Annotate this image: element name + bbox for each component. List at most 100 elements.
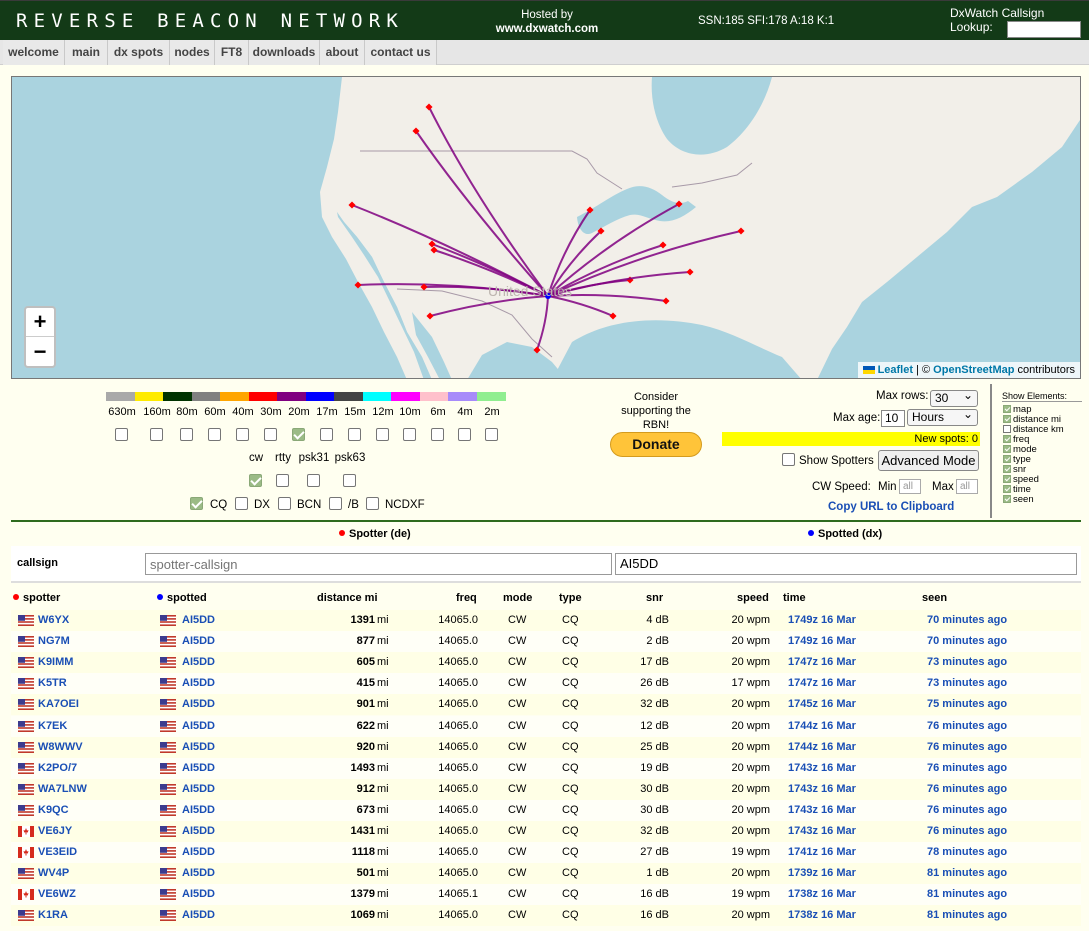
nav-tab-welcome[interactable]: welcome [3, 40, 65, 65]
spotter-callsign-link[interactable]: VE3EID [38, 846, 77, 858]
band-checkbox-15m[interactable] [348, 428, 361, 441]
band-checkbox-2m[interactable] [485, 428, 498, 441]
col-speed[interactable]: speed [737, 592, 769, 604]
type-checkbox-ncdxf[interactable] [366, 497, 379, 510]
show-element-checkbox[interactable] [1003, 475, 1011, 483]
col-seen[interactable]: seen [922, 592, 947, 604]
show-element-checkbox[interactable] [1003, 415, 1011, 423]
spotter-callsign-link[interactable]: K5TR [38, 677, 67, 689]
spotted-callsign-link[interactable]: AI5DD [182, 888, 215, 900]
spotter-callsign-link[interactable]: K7EK [38, 720, 67, 732]
show-element-checkbox[interactable] [1003, 405, 1011, 413]
type-checkbox-dx[interactable] [235, 497, 248, 510]
callsign-lookup-input[interactable] [1007, 21, 1081, 38]
time-link[interactable]: 1744z 16 Mar [788, 741, 856, 753]
spotted-callsign-link[interactable]: AI5DD [182, 656, 215, 668]
spotted-callsign-input[interactable]: AI5DD [615, 553, 1077, 575]
spotted-callsign-link[interactable]: AI5DD [182, 762, 215, 774]
spotter-callsign-link[interactable]: K9IMM [38, 656, 73, 668]
spotter-callsign-link[interactable]: W8WWV [38, 741, 83, 753]
time-link[interactable]: 1738z 16 Mar [788, 909, 856, 921]
spotter-callsign-link[interactable]: KA7OEI [38, 698, 79, 710]
zoom-out-button[interactable]: − [26, 338, 54, 367]
spotter-callsign-link[interactable]: K1RA [38, 909, 68, 921]
type-checkbox-cq[interactable] [190, 497, 203, 510]
col-snr[interactable]: snr [646, 592, 663, 604]
band-checkbox-12m[interactable] [376, 428, 389, 441]
mode-checkbox-cw[interactable] [249, 474, 262, 487]
spotted-callsign-link[interactable]: AI5DD [182, 804, 215, 816]
map-canvas[interactable]: United States [12, 77, 1081, 379]
spotted-callsign-link[interactable]: AI5DD [182, 909, 215, 921]
nav-tab-dx-spots[interactable]: dx spots [108, 40, 170, 65]
nav-tab-downloads[interactable]: downloads [249, 40, 320, 65]
show-element-checkbox[interactable] [1003, 425, 1011, 433]
donate-button[interactable]: Donate [610, 432, 702, 457]
time-link[interactable]: 1743z 16 Mar [788, 804, 856, 816]
col-spotted[interactable]: spotted [157, 592, 207, 604]
spotter-callsign-input[interactable] [145, 553, 612, 575]
max-rows-select[interactable]: 30 [930, 388, 978, 407]
type-checkbox-bcn[interactable] [278, 497, 291, 510]
spotter-callsign-link[interactable]: K9QC [38, 804, 69, 816]
time-link[interactable]: 1743z 16 Mar [788, 825, 856, 837]
band-checkbox-160m[interactable] [150, 428, 163, 441]
band-checkbox-10m[interactable] [403, 428, 416, 441]
spotted-callsign-link[interactable]: AI5DD [182, 846, 215, 858]
band-checkbox-4m[interactable] [458, 428, 471, 441]
band-checkbox-6m[interactable] [431, 428, 444, 441]
time-link[interactable]: 1743z 16 Mar [788, 783, 856, 795]
nav-tab-nodes[interactable]: nodes [170, 40, 215, 65]
time-link[interactable]: 1749z 16 Mar [788, 635, 856, 647]
band-checkbox-20m[interactable] [292, 428, 305, 441]
band-checkbox-30m[interactable] [264, 428, 277, 441]
show-element-checkbox[interactable] [1003, 465, 1011, 473]
band-checkbox-40m[interactable] [236, 428, 249, 441]
band-checkbox-60m[interactable] [208, 428, 221, 441]
cw-speed-max-input[interactable]: all [956, 479, 978, 494]
time-link[interactable]: 1744z 16 Mar [788, 720, 856, 732]
spotted-callsign-link[interactable]: AI5DD [182, 635, 215, 647]
show-element-checkbox[interactable] [1003, 455, 1011, 463]
spotted-callsign-link[interactable]: AI5DD [182, 783, 215, 795]
advanced-mode-button[interactable]: Advanced Mode [878, 450, 979, 471]
mode-checkbox-psk63[interactable] [343, 474, 356, 487]
col-distance[interactable]: distance mi [317, 592, 378, 604]
spotter-callsign-link[interactable]: WV4P [38, 867, 69, 879]
spotter-callsign-link[interactable]: WA7LNW [38, 783, 87, 795]
spotter-callsign-link[interactable]: K2PO/7 [38, 762, 77, 774]
cw-speed-min-input[interactable]: all [899, 479, 921, 494]
col-mode[interactable]: mode [503, 592, 532, 604]
nav-tab-ft8[interactable]: FT8 [215, 40, 249, 65]
time-link[interactable]: 1749z 16 Mar [788, 614, 856, 626]
zoom-in-button[interactable]: + [26, 308, 54, 337]
spotted-callsign-link[interactable]: AI5DD [182, 614, 215, 626]
nav-tab-contact-us[interactable]: contact us [365, 40, 437, 65]
mode-checkbox-psk31[interactable] [307, 474, 320, 487]
spotter-callsign-link[interactable]: VE6WZ [38, 888, 76, 900]
leaflet-link[interactable]: Leaflet [878, 364, 913, 376]
spotted-callsign-link[interactable]: AI5DD [182, 867, 215, 879]
spotted-callsign-link[interactable]: AI5DD [182, 741, 215, 753]
band-checkbox-80m[interactable] [180, 428, 193, 441]
band-checkbox-630m[interactable] [115, 428, 128, 441]
time-link[interactable]: 1739z 16 Mar [788, 867, 856, 879]
nav-tab-main[interactable]: main [65, 40, 108, 65]
col-time[interactable]: time [783, 592, 806, 604]
type-checkbox-slash-b[interactable] [329, 497, 342, 510]
max-age-unit-select[interactable]: Hours [907, 407, 978, 426]
spotted-callsign-link[interactable]: AI5DD [182, 698, 215, 710]
time-link[interactable]: 1747z 16 Mar [788, 677, 856, 689]
time-link[interactable]: 1743z 16 Mar [788, 762, 856, 774]
host-link[interactable]: www.dxwatch.com [496, 23, 598, 35]
spotted-callsign-link[interactable]: AI5DD [182, 677, 215, 689]
show-element-checkbox[interactable] [1003, 445, 1011, 453]
time-link[interactable]: 1738z 16 Mar [788, 888, 856, 900]
time-link[interactable]: 1745z 16 Mar [788, 698, 856, 710]
col-type[interactable]: type [559, 592, 582, 604]
mode-checkbox-rtty[interactable] [276, 474, 289, 487]
copy-url-button[interactable]: Copy URL to Clipboard [828, 501, 954, 513]
band-checkbox-17m[interactable] [320, 428, 333, 441]
col-freq[interactable]: freq [456, 592, 477, 604]
show-spotters-checkbox[interactable] [782, 453, 795, 466]
